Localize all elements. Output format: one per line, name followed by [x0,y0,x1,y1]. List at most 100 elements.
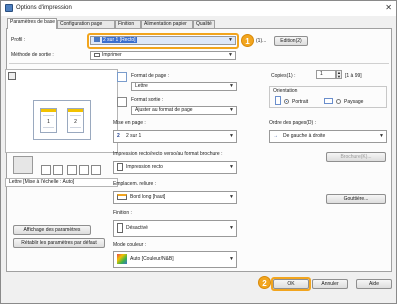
page-number: 1 [47,119,50,125]
page-line [70,115,81,116]
output-method-select[interactable]: Imprimer ▼ [90,51,236,60]
chevron-down-icon: ▼ [228,37,233,43]
output-format-select[interactable]: Ajuster au format de page ▼ [131,106,237,115]
show-settings-button[interactable]: Affichage des paramètres [13,225,91,235]
callout-1-badge: 1 [241,34,254,47]
ok-button[interactable]: OK [273,279,309,289]
tab-page-setup[interactable]: Configuration page [57,20,115,28]
copies-input[interactable]: 1 [316,70,336,79]
single-side-icon [117,162,123,171]
finishing-label: Finition : [113,210,132,216]
preview-page-1: 1 [40,108,57,133]
separator [9,63,389,64]
output-format-value: Ajuster au format de page [135,107,193,113]
landscape-radio[interactable] [336,99,341,104]
gutter-button[interactable]: Gouttière... [326,194,386,204]
page-order-select[interactable]: → De gauche à droite ▼ [269,130,387,143]
chevron-down-icon: ▼ [229,194,234,200]
tab-quality[interactable]: Qualité [193,20,215,28]
preview-caption: Lettre [Mise à l'échelle : Auto] [5,178,118,187]
layout-2up-icon: 2 [117,133,120,139]
binding-select[interactable]: Bord long [haut] ▼ [113,191,237,204]
tab-paper-source[interactable]: Alimentation papier [141,20,193,28]
page-order-label: Ordre des pages(D) : [269,120,316,126]
page-line [70,127,81,128]
color-mode-value: Auto [Couleur/N&B] [130,256,174,262]
printer-icon [94,52,100,57]
page-format-label: Format de page : [131,73,170,79]
output-size-icon [117,97,127,107]
copies-range: [1 à 99] [345,73,362,79]
restore-defaults-button[interactable]: Rétablir les paramètres par défaut [13,238,105,248]
output-format-label: Format sortie : [131,97,164,103]
page-band [68,109,83,112]
profile-select[interactable]: 2 sur 1 [Recto] ▼ [90,36,236,45]
callout-2-badge: 2 [258,276,271,289]
long-edge-binding-icon [117,193,127,200]
copies-stepper[interactable]: ▲ ▼ [336,70,342,79]
duplex-label: Impression recto/recto verso/au format b… [113,151,223,157]
page-line [43,115,54,116]
preview-mode-icon [8,72,16,80]
duplex-select[interactable]: Impression recto ▼ [113,161,237,174]
output-method-label: Méthode de sortie : [11,52,54,58]
booklet-button[interactable]: Brochure(K)... [326,152,386,162]
duplex-value: Impression recto [126,164,163,170]
finishing-value: Désactivé [126,225,148,231]
chevron-down-icon: ▼ [229,164,234,170]
finishing-select[interactable]: Désactivé ▼ [113,220,237,237]
page-band [41,109,56,112]
preview-page-2: 2 [67,108,84,133]
profile-value: 2 sur 1 [Recto] [102,37,137,43]
page-size-icon [117,72,127,82]
copies-label: Copies(1) : [271,73,296,79]
page-format-value: Lettre [135,83,148,89]
color-mode-select[interactable]: Auto [Couleur/N&B] ▼ [113,251,237,268]
profile-extra-label: (1)... [256,38,267,44]
page-format-select[interactable]: Lettre ▼ [131,82,237,91]
portrait-radio[interactable] [284,99,289,104]
layout-icon[interactable] [91,165,101,175]
copies-value: 1 [320,71,323,77]
page-number: 2 [74,119,77,125]
profile-icon [94,37,100,43]
landscape-label: Paysage [344,99,364,105]
help-button[interactable]: Aide [356,279,392,289]
finishing-icon [117,222,123,233]
paper-stack-icon [13,156,33,174]
layout-label: Mise en page : [113,120,146,126]
preview-sheet: 1 2 [33,100,91,140]
portrait-icon [275,96,281,105]
layout-icon[interactable] [41,165,51,175]
profile-label: Profil : [11,37,26,43]
cancel-button[interactable]: Annuler [312,279,348,289]
landscape-icon [324,98,333,104]
layout-icon[interactable] [79,165,89,175]
chevron-down-icon: ▼ [379,133,384,139]
arrow-right-icon: → [273,133,278,139]
tab-finishing[interactable]: Finition [115,20,141,28]
chevron-down-icon: ▼ [229,83,234,89]
layout-icon[interactable] [67,165,77,175]
output-method-value: Imprimer [102,52,122,58]
close-icon[interactable]: ✕ [385,3,392,12]
orientation-label: Orientation [273,88,298,94]
page-preview: 1 2 [5,69,118,153]
page-order-value: De gauche à droite [283,133,326,139]
color-mode-label: Mode couleur : [113,242,147,248]
edit-profile-button[interactable]: Edition(2) [274,36,308,46]
binding-label: Emplacem. reliure : [113,181,157,187]
binding-value: Bord long [haut] [130,194,166,200]
layout-icon[interactable] [53,165,63,175]
portrait-label: Portrait [292,99,309,105]
chevron-down-icon: ▼ [229,256,234,262]
tab-basic-settings[interactable]: Paramètres de base [7,18,57,29]
window-title: Options d'impression [16,5,72,11]
layout-select[interactable]: 2 2 sur 1 ▼ [113,130,237,143]
printer-icon [5,4,13,12]
layout-value: 2 sur 1 [126,133,142,139]
chevron-down-icon: ▼ [229,133,234,139]
chevron-down-icon: ▼ [228,52,233,58]
chevron-down-icon: ▼ [229,107,234,113]
chevron-down-icon: ▼ [229,225,234,231]
